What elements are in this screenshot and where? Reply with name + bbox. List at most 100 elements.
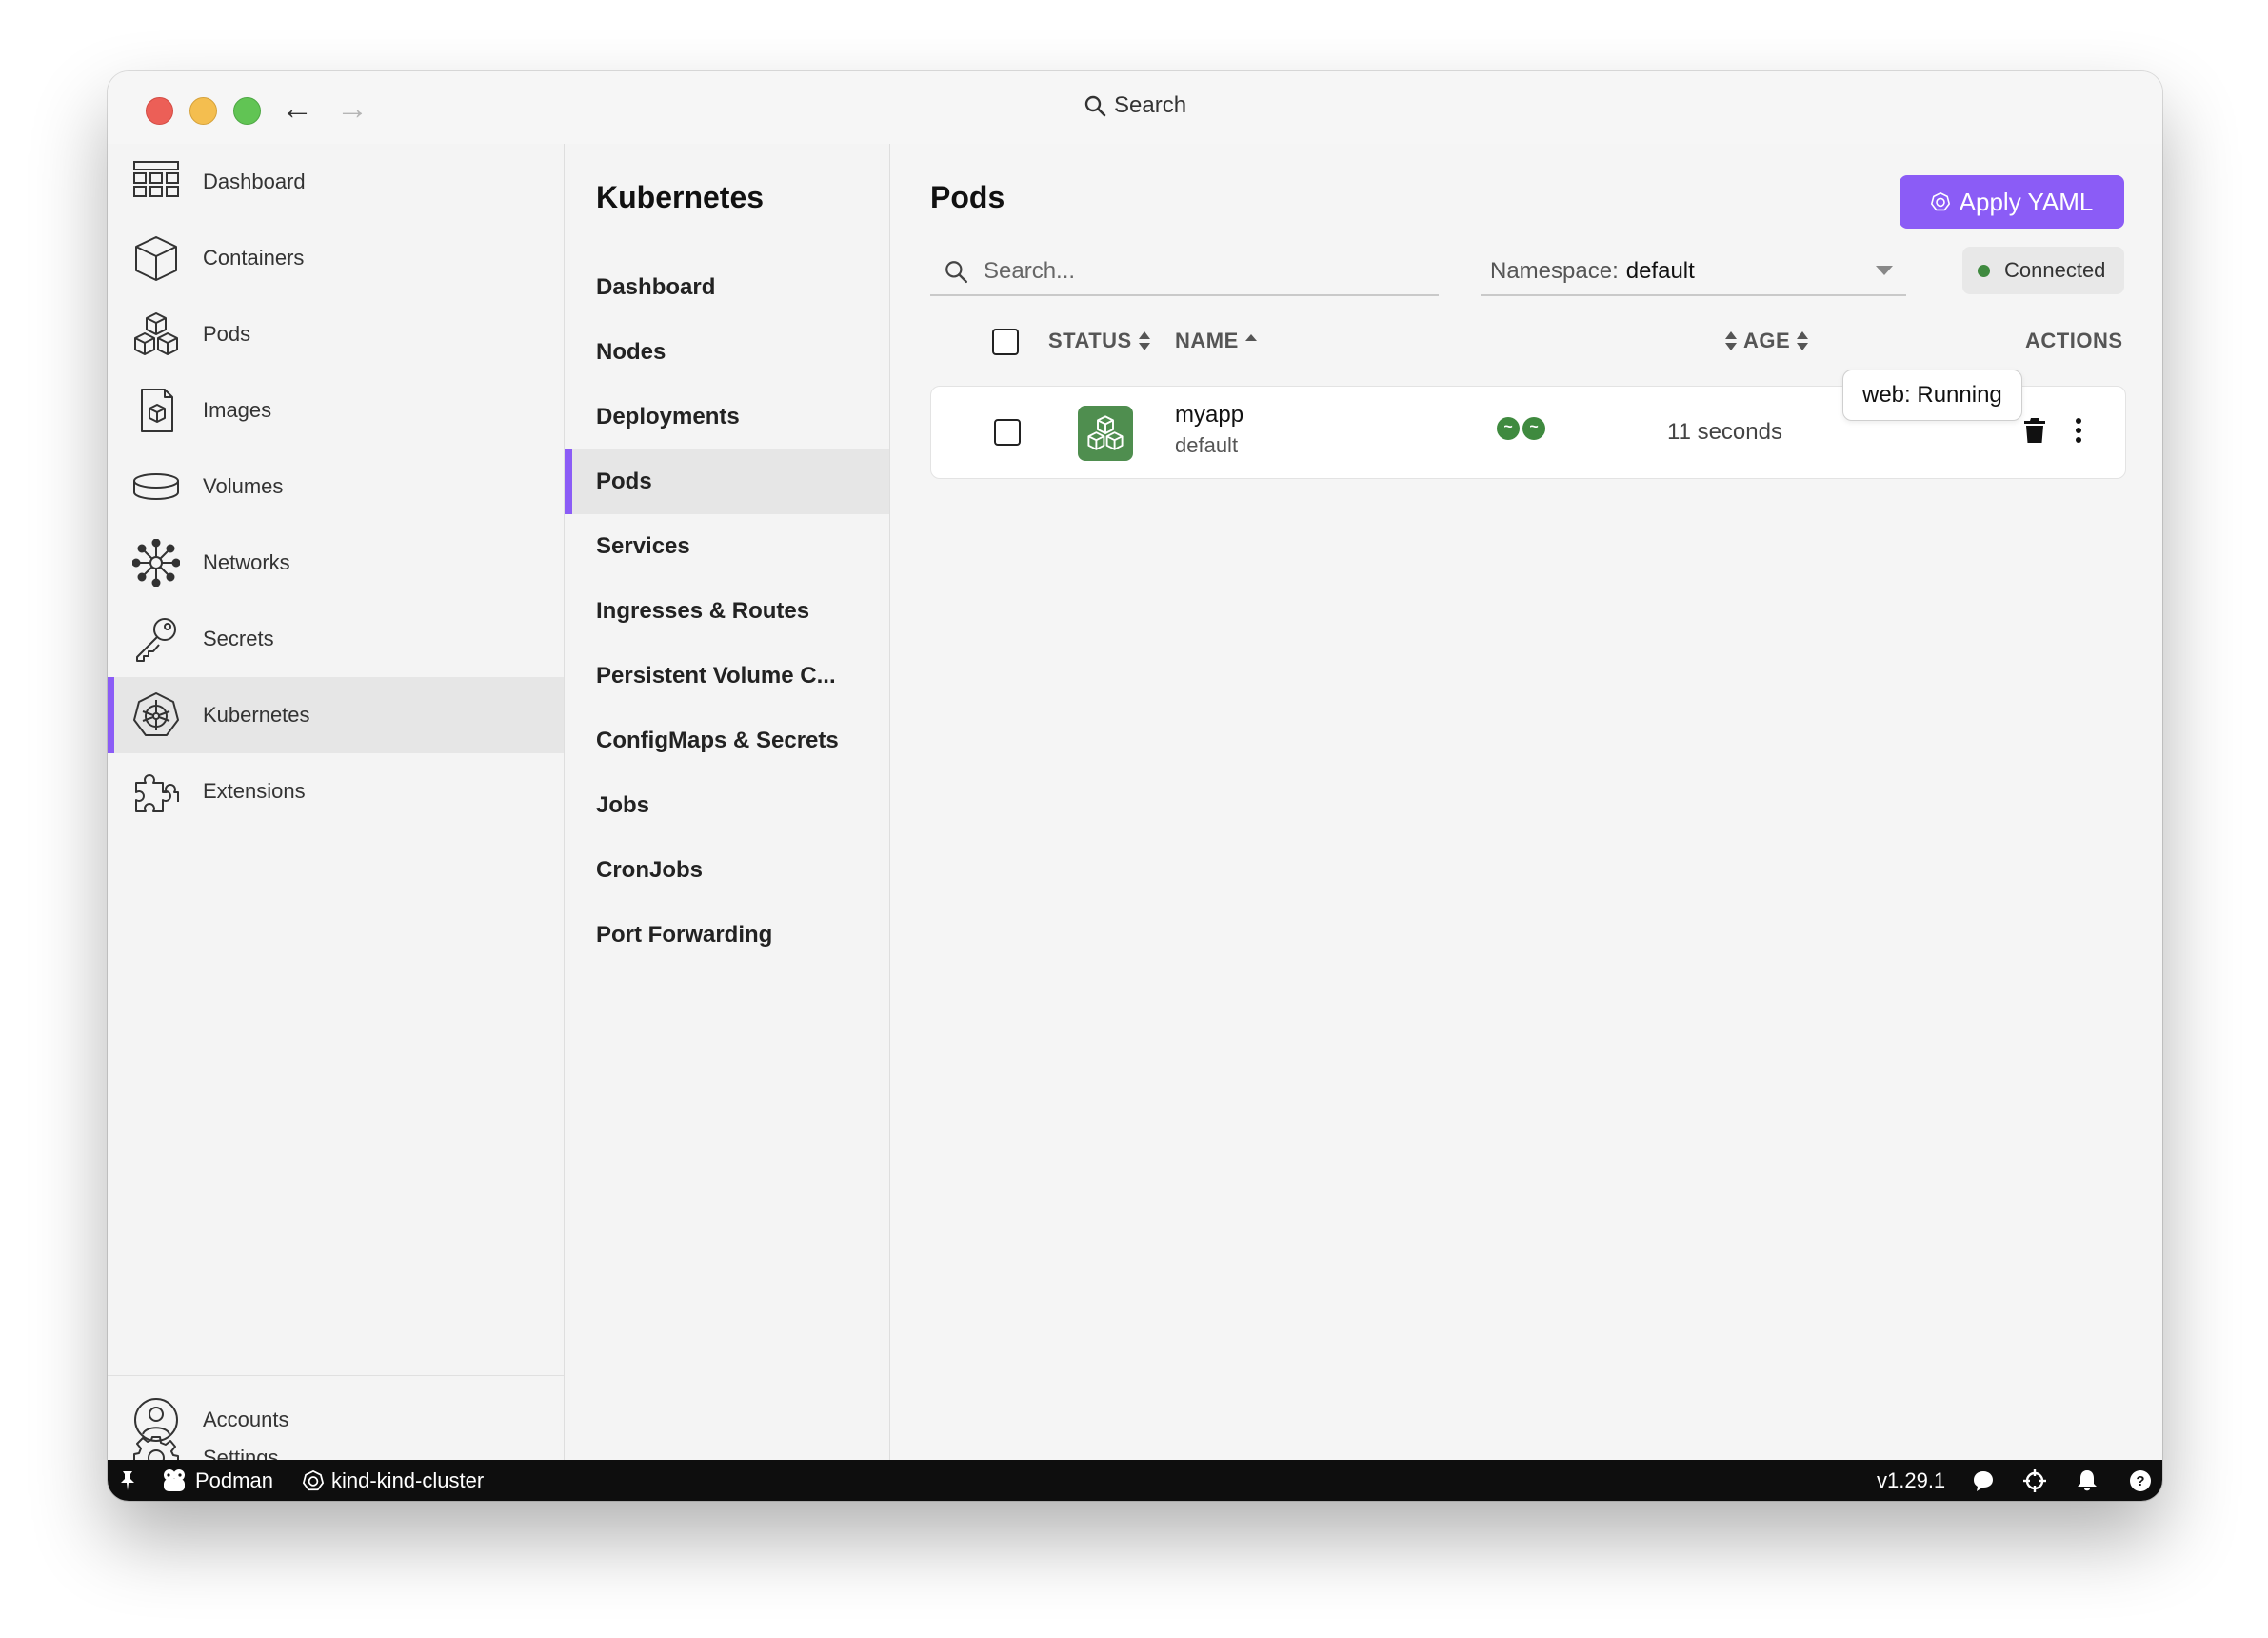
network-icon: [132, 539, 180, 587]
sort-icon: [1138, 331, 1150, 350]
svg-text:?: ?: [2136, 1473, 2144, 1489]
kubernetes-helm-icon: [1930, 192, 1950, 211]
dashboard-icon: [133, 161, 179, 197]
puzzle-icon: [135, 774, 179, 812]
sidebar-item-label: Dashboard: [203, 170, 306, 193]
volume-icon: [133, 473, 179, 500]
container-status-group: ~ ~: [1497, 417, 1545, 440]
more-vertical-icon[interactable]: [2074, 415, 2083, 446]
sidebar-item-pods[interactable]: Pods: [108, 296, 564, 372]
row-checkbox[interactable]: [994, 419, 1021, 446]
sidebar-item-label: Containers: [203, 246, 305, 270]
connection-status-badge: Connected: [1962, 247, 2124, 294]
app-window: ← → Search Dashboard Containers Pods Ima…: [108, 71, 2162, 1501]
troubleshooting-button[interactable]: [2023, 1460, 2046, 1501]
namespace-select[interactable]: Namespace: default: [1481, 249, 1906, 296]
sidebar-item-containers[interactable]: Containers: [108, 220, 564, 296]
submenu-item-port-forwarding[interactable]: Port Forwarding: [565, 903, 889, 968]
sidebar-item-label: Pods: [203, 322, 251, 346]
submenu-item-label: Persistent Volume C...: [596, 663, 836, 689]
submenu-item-ingresses-routes[interactable]: Ingresses & Routes: [565, 579, 889, 644]
page-title: Pods: [930, 180, 1005, 214]
pod-name[interactable]: myapp: [1175, 402, 1243, 429]
column-header-label: STATUS: [1048, 329, 1132, 352]
minimize-window-button[interactable]: [189, 97, 217, 125]
version-label[interactable]: v1.29.1: [1877, 1460, 1945, 1501]
pods-search: [930, 249, 1439, 296]
pods-cubes-icon: [134, 312, 178, 355]
kube-context-name: kind-kind-cluster: [331, 1468, 485, 1492]
apply-yaml-button[interactable]: Apply YAML: [1900, 175, 2124, 229]
submenu-item-jobs[interactable]: Jobs: [565, 773, 889, 838]
submenu-item-deployments[interactable]: Deployments: [565, 385, 889, 449]
submenu-item-label: ConfigMaps & Secrets: [596, 728, 839, 753]
search-icon: [1084, 95, 1106, 117]
primary-sidebar: Dashboard Containers Pods Images Volumes…: [108, 144, 565, 1481]
submenu-item-label: Jobs: [596, 792, 650, 818]
submenu-item-cronjobs[interactable]: CronJobs: [565, 838, 889, 903]
submenu-item-persistent-volume-claims[interactable]: Persistent Volume C...: [565, 644, 889, 709]
feedback-button[interactable]: [1972, 1460, 1995, 1501]
forward-arrow-icon[interactable]: →: [336, 92, 368, 125]
kube-context-status[interactable]: kind-kind-cluster: [303, 1460, 484, 1501]
container-status-tooltip: web: Running: [1842, 370, 2022, 421]
submenu-title: Kubernetes: [596, 180, 765, 214]
sidebar-divider: [108, 1375, 564, 1376]
column-header-status[interactable]: STATUS: [1048, 329, 1151, 353]
sidebar-item-volumes[interactable]: Volumes: [108, 449, 564, 525]
submenu-item-label: CronJobs: [596, 857, 704, 883]
sidebar-item-label: Accounts: [203, 1408, 289, 1431]
connection-status-text: Connected: [2004, 258, 2106, 282]
sidebar-item-label: Secrets: [203, 627, 274, 650]
global-search-label: Search: [1114, 92, 1187, 118]
titlebar: ← → Search: [108, 71, 2162, 145]
container-engine-status[interactable]: Podman: [161, 1460, 273, 1501]
column-header-label: NAME: [1175, 329, 1239, 352]
container-running-icon[interactable]: ~: [1497, 417, 1520, 440]
namespace-label: Namespace:: [1490, 258, 1619, 284]
sidebar-item-label: Networks: [203, 550, 290, 574]
key-icon: [136, 618, 176, 662]
kubernetes-submenu: Kubernetes Dashboard Nodes Deployments P…: [565, 144, 890, 1460]
select-all-checkbox[interactable]: [992, 329, 1019, 355]
pod-namespace: default: [1175, 433, 1239, 457]
kubernetes-helm-icon: [133, 692, 179, 736]
help-button[interactable]: ?: [2129, 1460, 2152, 1501]
sidebar-item-label: Images: [203, 398, 272, 422]
pin-button[interactable]: [119, 1460, 136, 1501]
zoom-window-button[interactable]: [233, 97, 261, 125]
global-search-button[interactable]: Search: [1084, 92, 1186, 119]
submenu-item-label: Dashboard: [596, 274, 716, 300]
kubernetes-helm-icon: [303, 1469, 324, 1490]
back-arrow-icon[interactable]: ←: [281, 92, 313, 125]
sidebar-item-networks[interactable]: Networks: [108, 525, 564, 601]
column-header-age[interactable]: AGE: [1724, 329, 1809, 353]
submenu-item-nodes[interactable]: Nodes: [565, 320, 889, 385]
submenu-item-services[interactable]: Services: [565, 514, 889, 579]
column-header-name[interactable]: NAME: [1175, 329, 1258, 353]
notifications-button[interactable]: [2077, 1460, 2098, 1501]
search-icon: [945, 261, 968, 284]
status-bar: Podman kind-kind-cluster v1.29.1 ?: [108, 1460, 2162, 1501]
close-window-button[interactable]: [146, 97, 173, 125]
column-header-label: ACTIONS: [2025, 329, 2123, 352]
pods-page: Pods Apply YAML Namespace: default Conne…: [890, 144, 2162, 1460]
submenu-item-dashboard[interactable]: Dashboard: [565, 255, 889, 320]
sidebar-item-images[interactable]: Images: [108, 372, 564, 449]
pod-status-icon: [1078, 406, 1133, 461]
pod-age: 11 seconds: [1667, 419, 1782, 445]
sidebar-item-kubernetes[interactable]: Kubernetes: [108, 677, 564, 753]
sidebar-item-secrets[interactable]: Secrets: [108, 601, 564, 677]
submenu-item-configmaps-secrets[interactable]: ConfigMaps & Secrets: [565, 709, 889, 773]
submenu-item-label: Pods: [596, 469, 652, 494]
sidebar-item-label: Extensions: [203, 779, 306, 803]
search-input[interactable]: [982, 257, 1423, 286]
submenu-item-label: Nodes: [596, 339, 666, 365]
status-dot-icon: [1978, 264, 1990, 277]
sidebar-item-dashboard[interactable]: Dashboard: [108, 144, 564, 220]
sidebar-item-extensions[interactable]: Extensions: [108, 753, 564, 829]
trash-icon[interactable]: [2023, 417, 2046, 444]
sort-icon: [1797, 331, 1809, 350]
submenu-item-pods[interactable]: Pods: [565, 449, 889, 514]
container-running-icon[interactable]: ~: [1522, 417, 1545, 440]
